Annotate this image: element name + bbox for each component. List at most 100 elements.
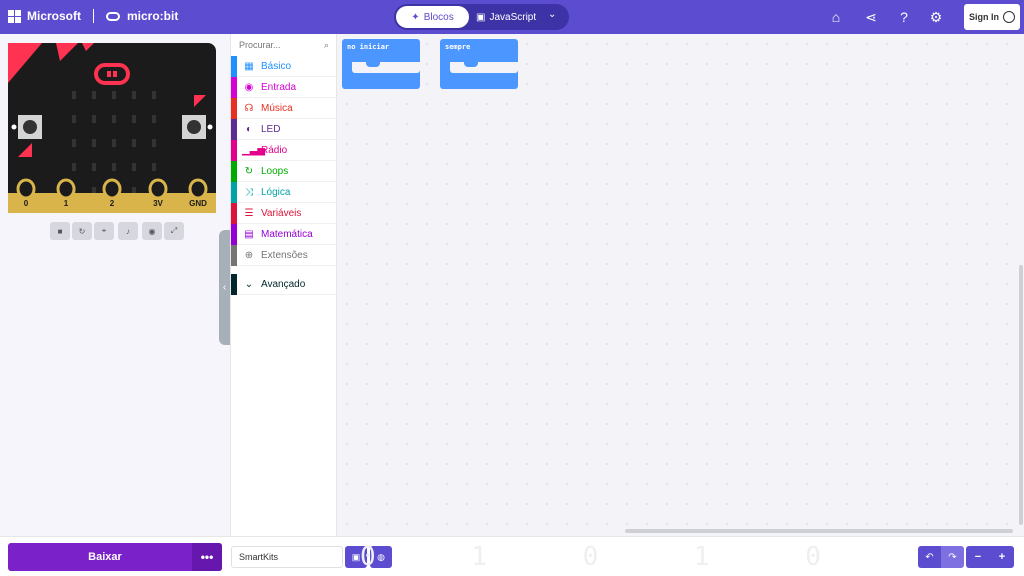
category-basic[interactable]: ▦ Básico <box>231 55 337 77</box>
block-statement-slot <box>342 62 420 77</box>
sign-in-label: Sign In <box>969 12 999 22</box>
pin-label: GND <box>189 199 207 208</box>
simulator-panel: 0 1 2 3V GND ■ ↻ ⌖ ♪ ◉ ⤢ <box>0 34 230 536</box>
on-start-block[interactable]: no iniciar <box>342 39 420 89</box>
grid-icon: ▦ <box>244 60 254 72</box>
category-loops[interactable]: ↻ Loops <box>231 160 337 182</box>
category-color-bar <box>231 202 237 224</box>
category-input[interactable]: ◉ Entrada <box>231 76 337 98</box>
zoom-out-icon[interactable]: − <box>966 546 990 568</box>
blocks-workspace[interactable]: no iniciar sempre <box>337 34 1024 536</box>
microbit-logo-icon <box>106 11 120 21</box>
category-color-bar <box>231 139 237 161</box>
target-icon: ◉ <box>244 81 254 93</box>
block-footer <box>342 77 420 89</box>
sign-in-button[interactable]: Sign In <box>964 4 1020 30</box>
restart-icon[interactable]: ↻ <box>72 222 92 240</box>
brand-microbit-label: micro:bit <box>127 9 179 23</box>
project-name-input[interactable]: SmartKits <box>231 546 343 568</box>
refresh-icon: ↻ <box>244 165 254 177</box>
calculator-icon: ▤ <box>244 228 254 240</box>
sound-icon[interactable]: ♪ <box>118 222 138 240</box>
undo-icon[interactable]: ↶ <box>918 546 941 568</box>
list-icon: ☰ <box>244 207 254 219</box>
zoom-in-icon[interactable]: + <box>990 546 1014 568</box>
pin-label: 3V <box>153 199 163 208</box>
redo-icon[interactable]: ↷ <box>941 546 964 568</box>
editor-mode-toggle: ✦ Blocos ▣ JavaScript ⌄ <box>394 4 569 30</box>
home-icon[interactable]: ⌂ <box>828 9 844 25</box>
tab-blocks-label: Blocos <box>423 11 454 23</box>
top-header: Microsoft micro:bit ✦ Blocos ▣ JavaScrip… <box>0 0 1024 34</box>
pin-label: 1 <box>64 199 69 208</box>
pin-label: 0 <box>24 199 29 208</box>
category-label: Avançado <box>261 278 306 290</box>
microsoft-logo-icon <box>8 9 21 23</box>
category-music[interactable]: ☊ Música <box>231 97 337 119</box>
category-math[interactable]: ▤ Matemática <box>231 223 337 245</box>
search-input[interactable]: Procurar... <box>239 40 281 50</box>
category-color-bar <box>231 160 237 182</box>
download-button[interactable]: Baixar ••• <box>8 543 222 571</box>
help-icon[interactable]: ? <box>896 9 912 25</box>
category-radio[interactable]: ▁▃▅ Rádio <box>231 139 337 161</box>
chevron-left-icon: ‹ <box>222 282 227 293</box>
category-color-bar <box>231 244 237 266</box>
category-color-bar <box>231 76 237 98</box>
screenshot-icon[interactable]: ◉ <box>142 222 162 240</box>
category-variables[interactable]: ☰ Variáveis <box>231 202 337 224</box>
plus-circle-icon: ⊕ <box>244 249 254 261</box>
category-color-bar <box>231 181 237 203</box>
horizontal-scrollbar[interactable] <box>625 529 1013 533</box>
pin-label: 2 <box>110 199 115 208</box>
search-icon: ⌕ <box>323 39 329 50</box>
fullscreen-icon[interactable]: ⤢ <box>164 222 184 240</box>
vertical-scrollbar[interactable] <box>1019 265 1023 525</box>
category-label: Rádio <box>261 144 288 156</box>
category-logic[interactable]: ⤨ Lógica <box>231 181 337 203</box>
category-led[interactable]: ◐ LED <box>231 118 337 140</box>
toggle-icon: ◐ <box>245 123 253 135</box>
tab-javascript[interactable]: ▣ JavaScript <box>476 6 546 28</box>
download-label: Baixar <box>88 551 122 563</box>
category-color-bar <box>231 97 237 119</box>
category-label: Variáveis <box>261 207 302 219</box>
category-label: Entrada <box>261 81 297 93</box>
category-label: Lógica <box>261 186 291 198</box>
shuffle-icon: ⤨ <box>245 186 253 198</box>
simulator-controls: ■ ↻ ⌖ ♪ ◉ ⤢ <box>50 222 184 240</box>
toolbox-search[interactable]: Procurar... ⌕ <box>231 34 337 56</box>
brand-microsoft-label: Microsoft <box>27 9 81 23</box>
brand[interactable]: Microsoft micro:bit <box>8 9 178 23</box>
brand-divider <box>93 9 94 23</box>
chevron-down-icon: ⌄ <box>244 278 254 290</box>
more-options-icon[interactable]: ••• <box>192 543 222 571</box>
category-color-bar <box>231 223 237 245</box>
category-color-bar <box>231 118 237 140</box>
forever-block[interactable]: sempre <box>440 39 518 89</box>
chevron-down-icon[interactable]: ⌄ <box>548 9 556 20</box>
microbit-board[interactable]: 0 1 2 3V GND <box>8 43 216 246</box>
tab-blocks[interactable]: ✦ Blocos <box>396 6 469 28</box>
category-extensions[interactable]: ⊕ Extensões <box>231 244 337 266</box>
block-footer <box>440 77 518 89</box>
category-label: Música <box>261 102 293 114</box>
collapse-simulator-button[interactable]: ‹ <box>219 230 230 345</box>
category-label: Matemática <box>261 228 313 240</box>
category-color-bar <box>231 273 237 295</box>
block-statement-slot <box>440 62 518 77</box>
javascript-icon: ▣ <box>476 11 486 23</box>
slow-motion-icon[interactable]: ⌖ <box>94 222 114 240</box>
gear-icon[interactable]: ⚙ <box>928 9 944 25</box>
user-icon <box>1003 11 1015 23</box>
category-label: Extensões <box>261 249 308 261</box>
block-label: sempre <box>440 39 518 62</box>
category-advanced[interactable]: ⌄ Avançado <box>231 273 337 295</box>
category-color-bar <box>231 55 237 77</box>
bottom-bar: Baixar ••• SmartKits ▣ ◍ 0 1 0 1 0 1 0 1… <box>0 536 1024 576</box>
category-label: Loops <box>261 165 289 177</box>
toolbox: Procurar... ⌕ ▦ Básico ◉ Entrada ☊ Músic… <box>230 34 337 536</box>
stop-icon[interactable]: ■ <box>50 222 70 240</box>
share-icon[interactable]: ⋖ <box>863 9 879 25</box>
background-decoration: 0 1 0 1 0 1 0 1 <box>360 542 920 572</box>
